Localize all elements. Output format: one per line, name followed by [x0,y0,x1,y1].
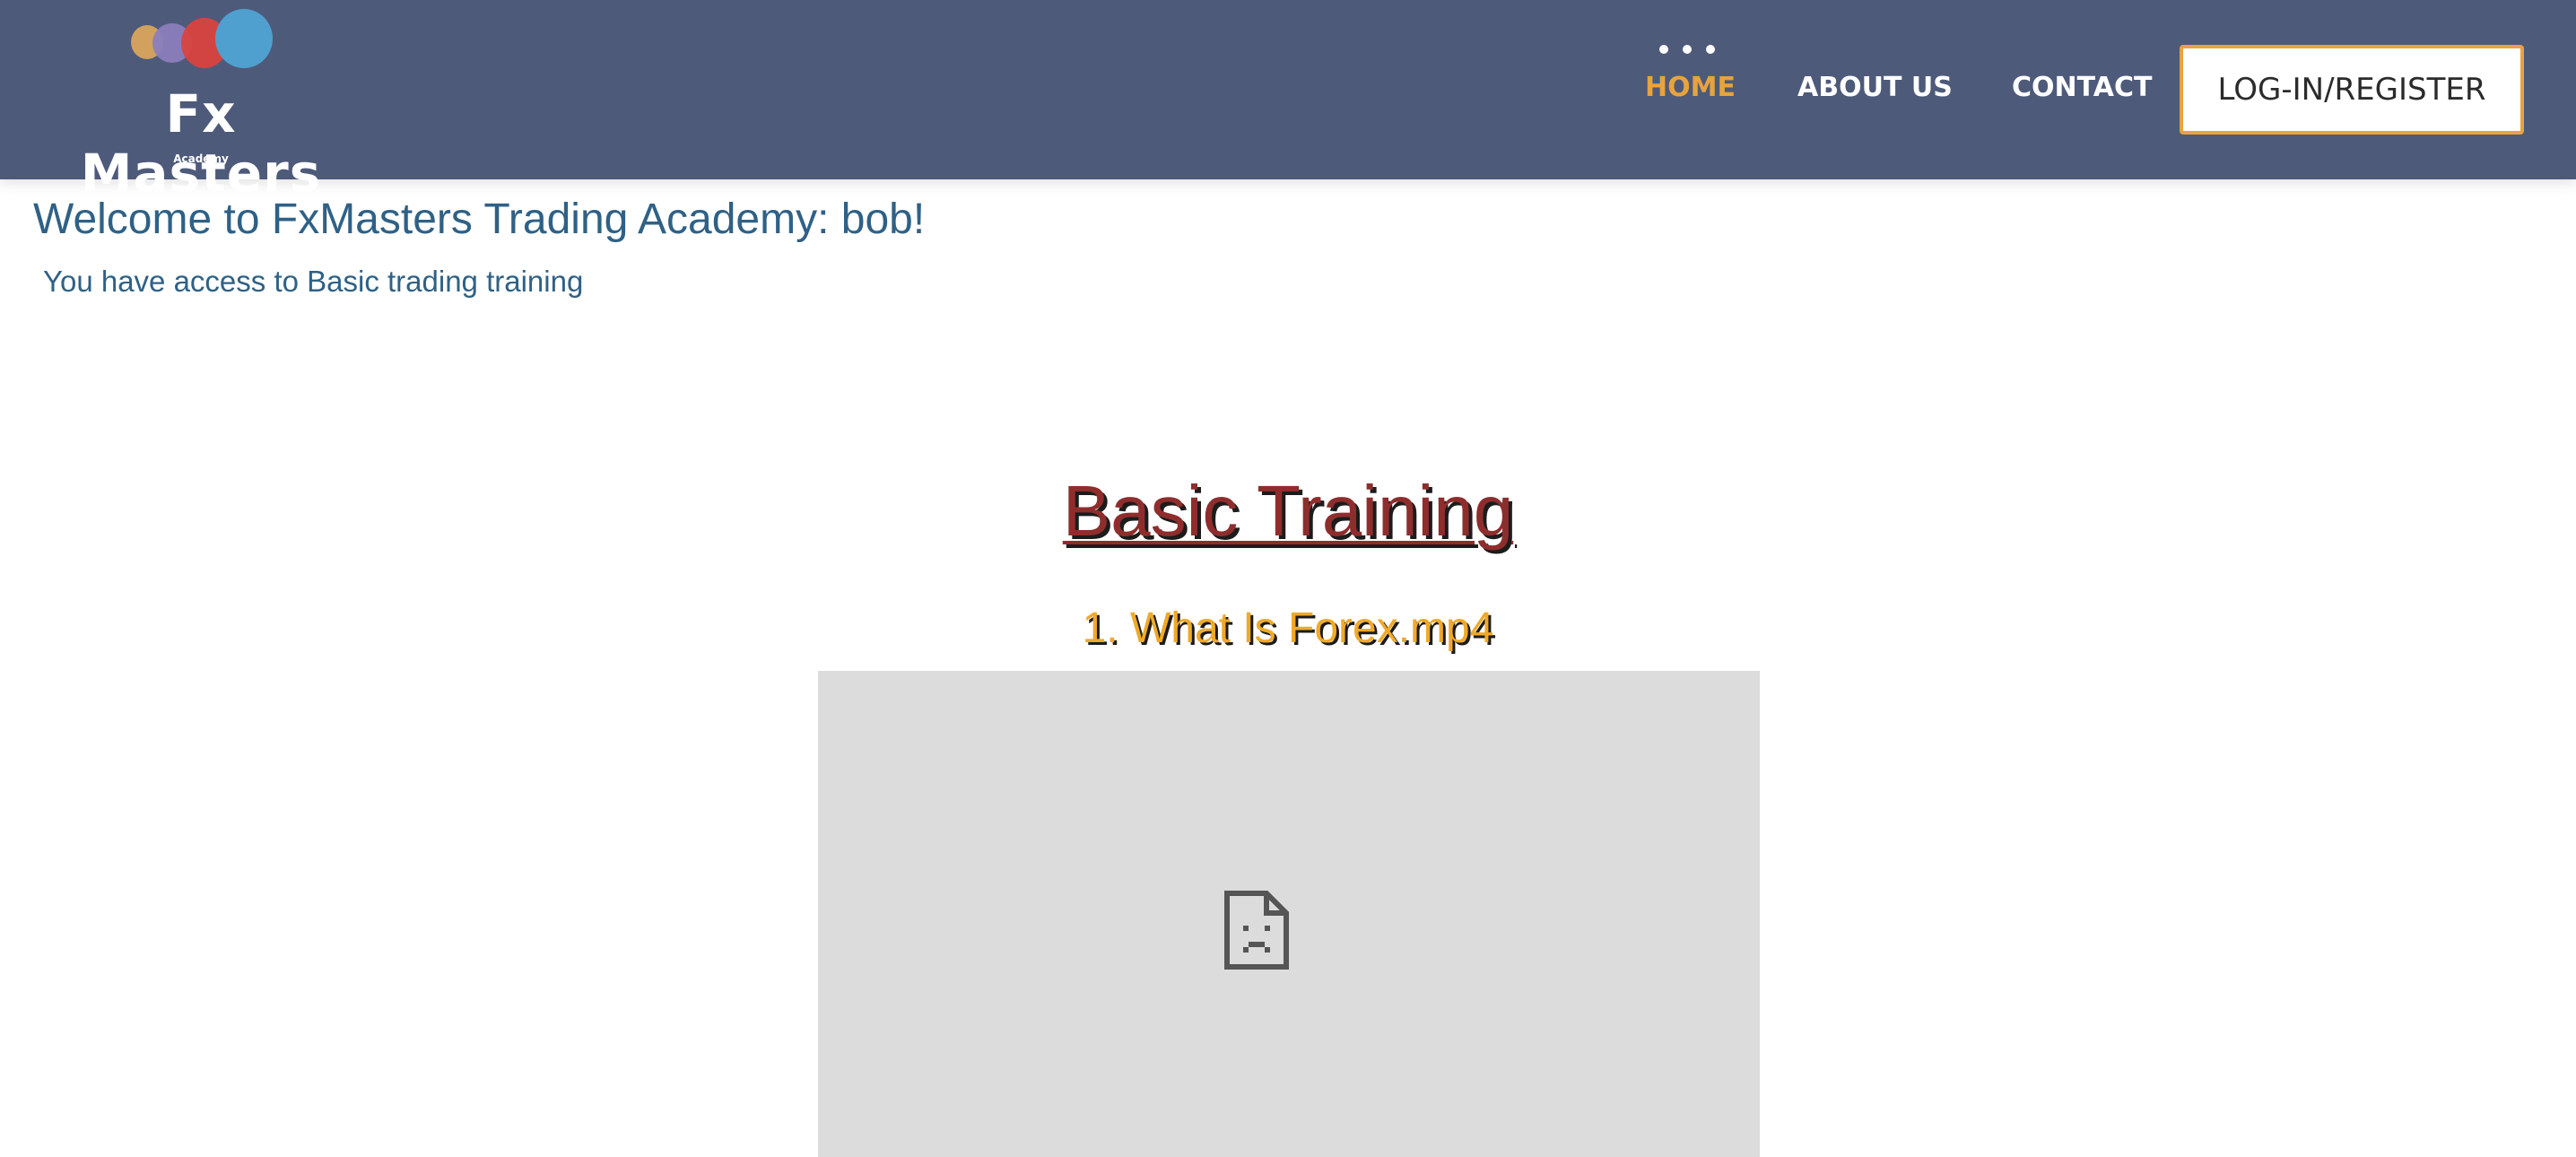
nav-home-link[interactable]: HOME [1645,68,1736,108]
broken-file-icon [1224,891,1289,970]
nav-about-link[interactable]: ABOUT US [1797,68,1953,108]
site-logo[interactable]: Fx Masters Academy [52,5,350,203]
video-title: 1. What Is Forex.mp4 [1082,605,1494,652]
site-header: Fx Masters Academy HOME ABOUT US CONTACT… [0,0,2576,203]
nav-contact-link[interactable]: CONTACT [2012,68,2152,108]
logo-subtitle: Academy [173,152,229,165]
access-note: You have access to Basic trading trainin… [43,265,584,298]
section-title: Basic Training [1062,471,1514,551]
welcome-heading: Welcome to FxMasters Trading Academy: bo… [33,196,926,243]
logo-brand-text: Fx Masters [80,83,322,204]
more-dots-icon[interactable] [1658,43,1717,56]
logo-circle-teal [215,9,273,68]
login-register-button[interactable]: LOG-IN/REGISTER [2180,45,2524,135]
